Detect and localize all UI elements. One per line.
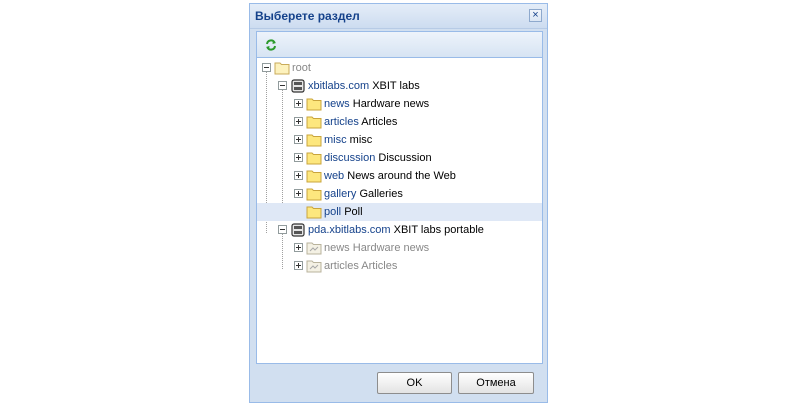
section-title: misc: [349, 134, 373, 146]
tree-node-label[interactable]: news Hardware news: [324, 95, 429, 113]
section-key[interactable]: poll: [324, 206, 341, 218]
expand-toggle[interactable]: [294, 243, 303, 252]
section-title: Hardware news: [352, 98, 430, 110]
tree-node-root[interactable]: root: [257, 59, 542, 77]
select-section-dialog: Выберете раздел × root xbitlabs.com XBIT…: [249, 3, 548, 403]
folder-icon: [306, 116, 322, 129]
section-key[interactable]: discussion: [324, 152, 375, 164]
dialog-titlebar[interactable]: Выберете раздел ×: [250, 4, 547, 29]
tree-node-section-disabled[interactable]: news Hardware news: [257, 239, 542, 257]
collapse-toggle[interactable]: [278, 225, 287, 234]
section-title: News around the Web: [347, 170, 456, 182]
cancel-button[interactable]: Отмена: [458, 372, 534, 394]
section-key[interactable]: news: [324, 98, 350, 110]
tree-node-section[interactable]: discussion Discussion: [257, 149, 542, 167]
folder-icon: [306, 206, 322, 219]
tree-node-label[interactable]: discussion Discussion: [324, 149, 432, 167]
tree-node-label[interactable]: root: [292, 59, 311, 77]
section-key[interactable]: news: [324, 242, 350, 254]
tree-toolbar: [257, 32, 542, 58]
tree-node-section[interactable]: gallery Galleries: [257, 185, 542, 203]
expand-toggle[interactable]: [294, 261, 303, 270]
site-name[interactable]: pda.xbitlabs.com: [308, 224, 391, 236]
tree-node-section-selected[interactable]: poll Poll: [257, 203, 542, 221]
database-icon: [291, 79, 305, 93]
section-key[interactable]: gallery: [324, 188, 356, 200]
collapse-toggle[interactable]: [278, 81, 287, 90]
tree-node-label[interactable]: web News around the Web: [324, 167, 456, 185]
ok-button[interactable]: OK: [377, 372, 452, 394]
close-icon[interactable]: ×: [529, 9, 542, 22]
folder-icon: [306, 98, 322, 111]
folder-icon: [306, 152, 322, 165]
tree-node-label[interactable]: articles Articles: [324, 257, 397, 275]
collapse-toggle[interactable]: [262, 63, 271, 72]
folder-icon: [306, 170, 322, 183]
tree-node-label[interactable]: xbitlabs.com XBIT labs: [308, 77, 420, 95]
expand-toggle[interactable]: [294, 153, 303, 162]
site-title: XBIT labs portable: [393, 224, 484, 236]
tree-panel: root xbitlabs.com XBIT labs news Hardwar…: [256, 31, 543, 364]
tree-node-section[interactable]: news Hardware news: [257, 95, 542, 113]
tree-node-label[interactable]: articles Articles: [324, 113, 397, 131]
folder-open-icon: [274, 62, 290, 75]
section-key[interactable]: web: [324, 170, 344, 182]
tree-node-label[interactable]: pda.xbitlabs.com XBIT labs portable: [308, 221, 484, 239]
tree-node-section-disabled[interactable]: articles Articles: [257, 257, 542, 275]
tree-node-section[interactable]: misc misc: [257, 131, 542, 149]
tree-node-site[interactable]: xbitlabs.com XBIT labs: [257, 77, 542, 95]
refresh-icon[interactable]: [263, 37, 279, 53]
section-title: Poll: [344, 206, 363, 218]
expand-toggle[interactable]: [294, 117, 303, 126]
section-title: Articles: [361, 260, 398, 272]
section-title: Discussion: [378, 152, 432, 164]
section-title: Hardware news: [352, 242, 430, 254]
folder-icon: [306, 188, 322, 201]
tree-node-label[interactable]: news Hardware news: [324, 239, 429, 257]
tree-node-section[interactable]: articles Articles: [257, 113, 542, 131]
site-name[interactable]: xbitlabs.com: [308, 80, 369, 92]
folder-disabled-icon: [306, 242, 322, 255]
folder-disabled-icon: [306, 260, 322, 273]
dialog-title: Выберете раздел: [255, 9, 360, 23]
section-key[interactable]: misc: [324, 134, 347, 146]
expand-toggle[interactable]: [294, 99, 303, 108]
section-key[interactable]: articles: [324, 260, 359, 272]
tree-node-label[interactable]: misc misc: [324, 131, 372, 149]
section-key[interactable]: articles: [324, 116, 359, 128]
database-icon: [291, 223, 305, 237]
expand-toggle[interactable]: [294, 171, 303, 180]
tree-node-label[interactable]: gallery Galleries: [324, 185, 403, 203]
expand-toggle[interactable]: [294, 135, 303, 144]
section-title: Articles: [361, 116, 398, 128]
tree-node-section[interactable]: web News around the Web: [257, 167, 542, 185]
tree-node-site[interactable]: pda.xbitlabs.com XBIT labs portable: [257, 221, 542, 239]
expand-toggle[interactable]: [294, 189, 303, 198]
site-title: XBIT labs: [372, 80, 420, 92]
section-tree: root xbitlabs.com XBIT labs news Hardwar…: [257, 58, 542, 363]
folder-icon: [306, 134, 322, 147]
section-title: Galleries: [359, 188, 403, 200]
tree-node-label[interactable]: poll Poll: [324, 203, 363, 221]
